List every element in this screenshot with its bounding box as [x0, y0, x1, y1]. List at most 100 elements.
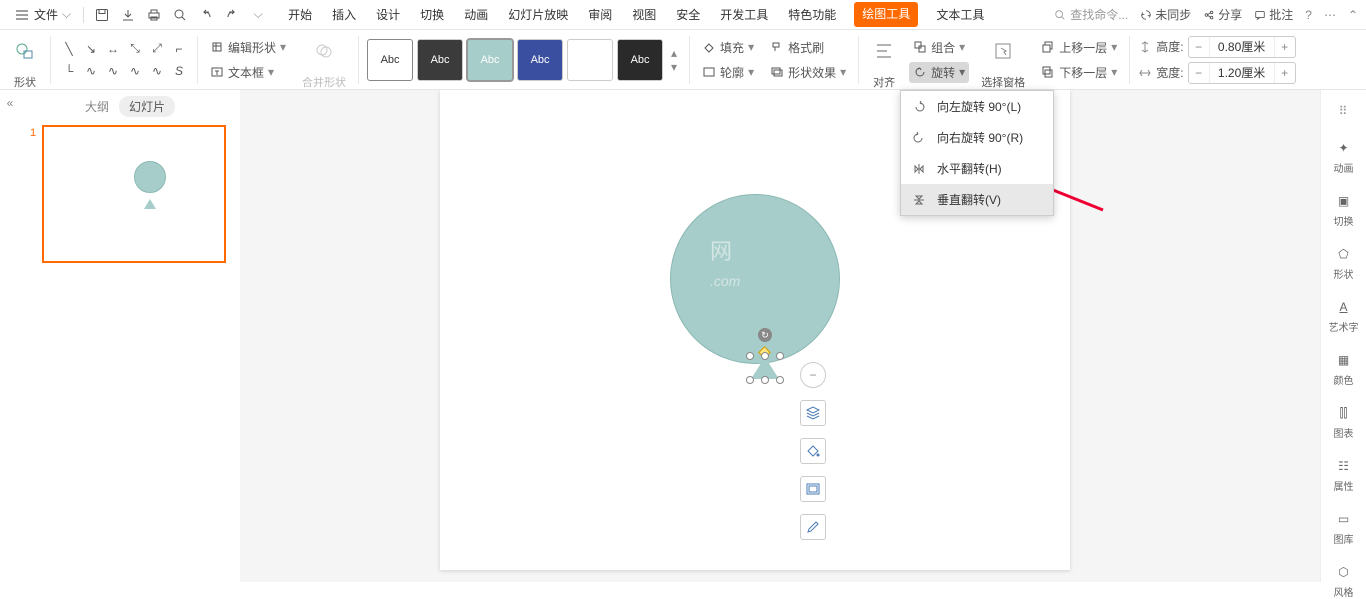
style-swatch-6[interactable]: Abc	[617, 39, 663, 81]
qat-dropdown[interactable]: ⌵	[246, 3, 270, 27]
sidebar-style[interactable]: ⬡风格	[1334, 562, 1354, 599]
file-label: 文件	[34, 6, 58, 23]
line-gallery[interactable]: ╲↘↔⤡⤢⌐ └∿∿∿∿S	[59, 39, 189, 81]
float-layers-button[interactable]	[800, 400, 826, 426]
edit-shape-button[interactable]: 编辑形状▾	[206, 37, 290, 58]
slide-thumbnail-1[interactable]	[42, 125, 226, 263]
rotate-right-item[interactable]: 向右旋转 90°(R)	[901, 122, 1053, 153]
slide-canvas[interactable]: 网.com ↻ −	[240, 90, 1320, 582]
annotate-button[interactable]: 批注	[1254, 6, 1293, 23]
tab-view[interactable]: 视图	[630, 2, 658, 27]
width-value[interactable]: 1.20厘米	[1209, 63, 1275, 83]
sidebar-shapes[interactable]: ⬠形状	[1334, 244, 1354, 281]
sidebar-colors[interactable]: ▦颜色	[1334, 350, 1354, 387]
circle-shape[interactable]	[670, 194, 840, 364]
float-frame-button[interactable]	[800, 476, 826, 502]
flip-vertical-item[interactable]: 垂直翻转(V)	[901, 184, 1053, 215]
command-search[interactable]: 查找命令...	[1054, 6, 1128, 23]
undo-button[interactable]	[194, 3, 218, 27]
tab-review[interactable]: 审阅	[586, 2, 614, 27]
style-swatch-2[interactable]: Abc	[417, 39, 463, 81]
width-increase[interactable]: +	[1275, 66, 1295, 80]
slides-tab[interactable]: 幻灯片	[119, 96, 175, 117]
tab-animation[interactable]: 动画	[462, 2, 490, 27]
style-swatch-3[interactable]: Abc	[467, 39, 513, 81]
tab-insert[interactable]: 插入	[330, 2, 358, 27]
resize-handle[interactable]	[761, 352, 769, 360]
flip-horizontal-item[interactable]: 水平翻转(H)	[901, 153, 1053, 184]
group-button[interactable]: 组合▾	[909, 37, 969, 58]
bring-forward-button[interactable]: 上移一层▾	[1037, 37, 1121, 58]
sidebar-gallery[interactable]: ▭图库	[1334, 509, 1354, 546]
align-button[interactable]: 对齐	[867, 30, 901, 90]
resize-handle[interactable]	[746, 352, 754, 360]
thumb-triangle-shape	[144, 199, 156, 209]
width-spinner[interactable]: − 1.20厘米 +	[1188, 62, 1296, 84]
tab-security[interactable]: 安全	[674, 2, 702, 27]
resize-handle[interactable]	[776, 352, 784, 360]
tab-design[interactable]: 设计	[374, 2, 402, 27]
save-button[interactable]	[90, 3, 114, 27]
shapes-dropdown[interactable]: 形状	[8, 30, 42, 90]
resize-handle[interactable]	[776, 376, 784, 384]
sync-status[interactable]: 未同步	[1140, 6, 1191, 23]
more-menu[interactable]: ⋯	[1324, 8, 1336, 22]
sidebar-properties[interactable]: ☷属性	[1334, 456, 1354, 493]
rotate-left-item[interactable]: 向左旋转 90°(L)	[901, 91, 1053, 122]
tab-slideshow[interactable]: 幻灯片放映	[506, 2, 570, 27]
help-button[interactable]: ?	[1305, 8, 1312, 22]
print-button[interactable]	[142, 3, 166, 27]
dropdown-caret-icon: ⌵	[62, 7, 71, 22]
resize-handle[interactable]	[746, 376, 754, 384]
export-button[interactable]	[116, 3, 140, 27]
search-placeholder: 查找命令...	[1070, 6, 1128, 23]
sidebar-wordart[interactable]: A艺术字	[1329, 297, 1359, 334]
height-value[interactable]: 0.80厘米	[1209, 37, 1275, 57]
send-backward-button[interactable]: 下移一层▾	[1037, 62, 1121, 83]
file-menu[interactable]: 文件 ⌵	[8, 2, 77, 27]
rotation-handle[interactable]: ↻	[758, 328, 772, 342]
height-increase[interactable]: +	[1275, 40, 1295, 54]
share-button[interactable]: 分享	[1203, 6, 1242, 23]
collapse-panel[interactable]: «	[0, 90, 20, 582]
tab-drawing-tools[interactable]: 绘图工具	[854, 2, 918, 27]
rotate-button[interactable]: 旋转▾	[909, 62, 969, 83]
selected-triangle-shape[interactable]: ↻	[750, 356, 780, 380]
style-swatch-1[interactable]: Abc	[367, 39, 413, 81]
sidebar-menu-icon[interactable]: ⠿	[1339, 104, 1349, 118]
sidebar-transition[interactable]: ▣切换	[1334, 191, 1354, 228]
tab-features[interactable]: 特色功能	[786, 2, 838, 27]
format-painter-button[interactable]: 格式刷	[766, 37, 850, 58]
height-decrease[interactable]: −	[1189, 40, 1209, 54]
outline-tab[interactable]: 大纲	[85, 98, 109, 115]
sidebar-animation[interactable]: ✦动画	[1334, 138, 1354, 175]
selection-pane-button[interactable]: 选择窗格	[977, 30, 1029, 90]
merge-shapes-button[interactable]: 合并形状	[298, 30, 350, 90]
tab-text-tools[interactable]: 文本工具	[934, 2, 986, 27]
float-eyedropper-button[interactable]	[800, 514, 826, 540]
width-decrease[interactable]: −	[1189, 66, 1209, 80]
tab-start[interactable]: 开始	[286, 2, 314, 27]
rotate-right-icon	[911, 130, 927, 146]
outline-button[interactable]: 轮廓▾	[698, 62, 758, 83]
tab-transition[interactable]: 切换	[418, 2, 446, 27]
collapse-ribbon[interactable]: ⌃	[1348, 8, 1358, 22]
flip-vertical-icon	[911, 192, 927, 208]
rotate-left-icon	[911, 99, 927, 115]
print-preview-button[interactable]	[168, 3, 192, 27]
style-gallery-more[interactable]: ▴▾	[667, 40, 681, 80]
redo-button[interactable]	[220, 3, 244, 27]
fill-button[interactable]: 填充▾	[698, 37, 758, 58]
tab-developer[interactable]: 开发工具	[718, 2, 770, 27]
shape-effects-button[interactable]: 形状效果▾	[766, 62, 850, 83]
sidebar-charts[interactable]: ⫿⫿图表	[1334, 403, 1354, 440]
style-swatch-5[interactable]	[567, 39, 613, 81]
resize-handle[interactable]	[761, 376, 769, 384]
text-box-button[interactable]: 文本框▾	[206, 62, 290, 83]
style-swatch-4[interactable]: Abc	[517, 39, 563, 81]
float-collapse-button[interactable]: −	[800, 362, 826, 388]
thumb-circle-shape	[134, 161, 166, 193]
shape-style-gallery[interactable]: Abc Abc Abc Abc Abc ▴▾	[367, 39, 681, 81]
height-spinner[interactable]: − 0.80厘米 +	[1188, 36, 1296, 58]
float-fill-button[interactable]	[800, 438, 826, 464]
